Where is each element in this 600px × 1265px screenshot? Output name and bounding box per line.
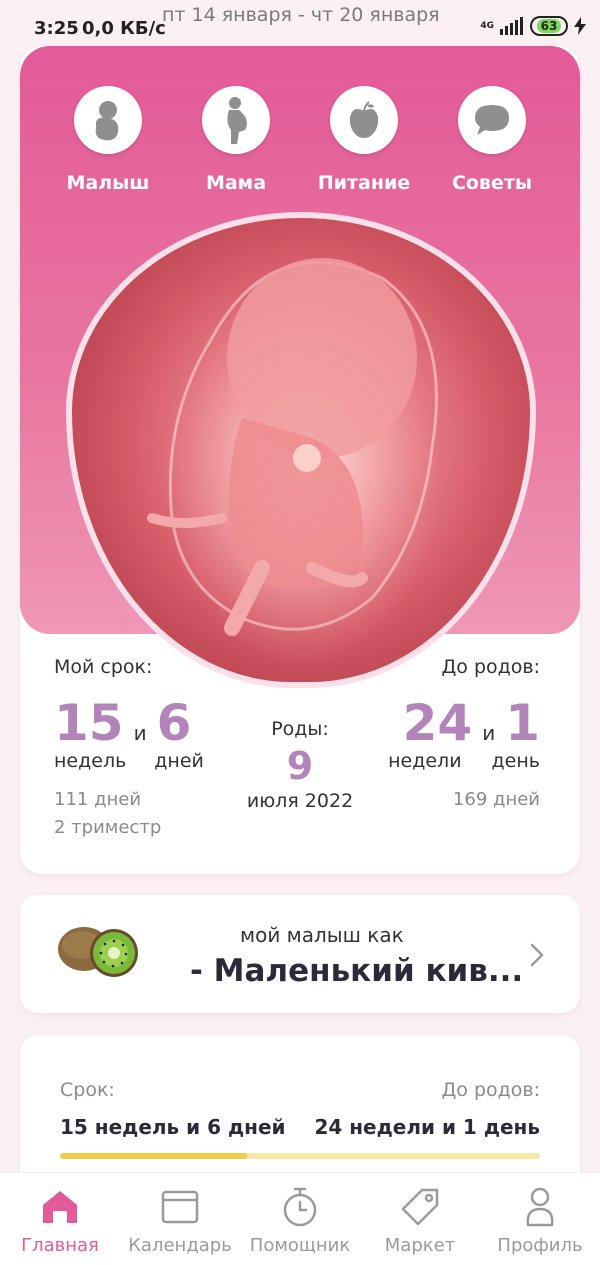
chevron-right-icon[interactable] (530, 943, 544, 967)
status-indicators: 4G 63 (480, 16, 586, 36)
signal-icon (500, 17, 523, 35)
nav-label: Помощник (249, 1235, 351, 1256)
status-time: 3:25 (34, 18, 79, 39)
nav-label: Профиль (497, 1235, 583, 1256)
term-days: 6 (156, 694, 192, 752)
chat-bubble-icon[interactable] (458, 86, 526, 154)
category-baby[interactable]: Малыш (48, 86, 168, 194)
home-icon[interactable] (0, 1185, 120, 1229)
tag-icon[interactable] (360, 1185, 480, 1229)
progress-term-value: 15 недель и 6 дней (60, 1115, 286, 1139)
pregnant-woman-icon[interactable] (202, 86, 270, 154)
network-type: 4G (480, 21, 494, 31)
nav-label: Календарь (128, 1235, 232, 1256)
charging-icon (574, 17, 586, 35)
birth-day: 9 (286, 744, 314, 788)
baby-size-card[interactable]: мой малыш как - Маленький кив... (20, 895, 580, 1013)
battery-icon: 63 (530, 16, 568, 36)
term-days-unit: дней (154, 750, 204, 772)
category-label: Малыш (66, 172, 150, 194)
term-and: и (133, 721, 147, 745)
status-bar: 3:25 0,0 КБ/с пт 14 января - чт 20 январ… (0, 0, 600, 46)
progress-fill (60, 1153, 248, 1159)
calendar-icon[interactable] (120, 1185, 240, 1229)
term-weeks-unit: недель (54, 750, 127, 772)
until-weeks-unit: недели (388, 750, 462, 772)
nav-profile[interactable]: Профиль (480, 1173, 600, 1265)
term-total-days: 111 дней (54, 789, 142, 810)
status-speed: 0,0 КБ/с (82, 18, 166, 39)
category-label: Советы (451, 172, 533, 194)
category-tips[interactable]: Советы (432, 86, 552, 194)
bottom-navigation: Главная Календарь Помощник Маркет Профил… (0, 1172, 600, 1265)
until-label: До родов: (441, 656, 540, 678)
my-term-label: Мой срок: (54, 656, 153, 678)
progress-until-label: До родов: (441, 1079, 540, 1101)
progress-term-label: Срок: (60, 1079, 115, 1101)
nav-label: Главная (21, 1235, 99, 1256)
fetus-illustration (147, 258, 442, 668)
baby-size-title: - Маленький кив... (190, 953, 524, 989)
pregnancy-progress-bar (60, 1153, 540, 1159)
birth-label: Роды: (271, 718, 329, 740)
term-weeks: 15 (54, 694, 124, 752)
nav-label: Маркет (384, 1235, 456, 1256)
until-birth-block: До родов: 24 и 1 недели день 169 дней (388, 656, 540, 814)
until-days-unit: день (491, 750, 540, 772)
birth-month-year: июля 2022 (246, 790, 354, 812)
until-days: 1 (505, 694, 540, 752)
kiwi-icon (58, 927, 138, 977)
category-nutrition[interactable]: Питание (304, 86, 424, 194)
progress-until-value: 24 недели и 1 день (314, 1115, 540, 1139)
nav-market[interactable]: Маркет (360, 1173, 480, 1265)
battery-level: 63 (536, 19, 562, 33)
until-and: и (482, 721, 496, 745)
apple-icon[interactable] (330, 86, 398, 154)
until-weeks: 24 (402, 694, 473, 752)
profile-icon[interactable] (480, 1185, 600, 1229)
term-trimester: 2 триместр (54, 817, 162, 838)
main-pregnancy-card: Малыш Мама Питание Советы Мой срок: 15 и… (20, 46, 580, 874)
category-mom[interactable]: Мама (176, 86, 296, 194)
status-date-range: пт 14 января - чт 20 января (162, 4, 440, 26)
nav-calendar[interactable]: Календарь (120, 1173, 240, 1265)
category-label: Мама (205, 172, 267, 194)
baby-size-subtitle: мой малыш как (240, 923, 404, 947)
my-term-block: Мой срок: 15 и 6 недель дней 111 дней 2 … (54, 656, 204, 842)
nav-assistant[interactable]: Помощник (240, 1173, 360, 1265)
baby-icon[interactable] (74, 86, 142, 154)
progress-card: Срок: До родов: 15 недель и 6 дней 24 не… (20, 1035, 580, 1195)
stopwatch-icon[interactable] (240, 1185, 360, 1229)
until-total-days: 169 дней (452, 789, 540, 810)
birth-date-block: Роды: 9 июля 2022 (220, 718, 380, 812)
nav-home[interactable]: Главная (0, 1173, 120, 1265)
category-label: Питание (317, 172, 411, 194)
